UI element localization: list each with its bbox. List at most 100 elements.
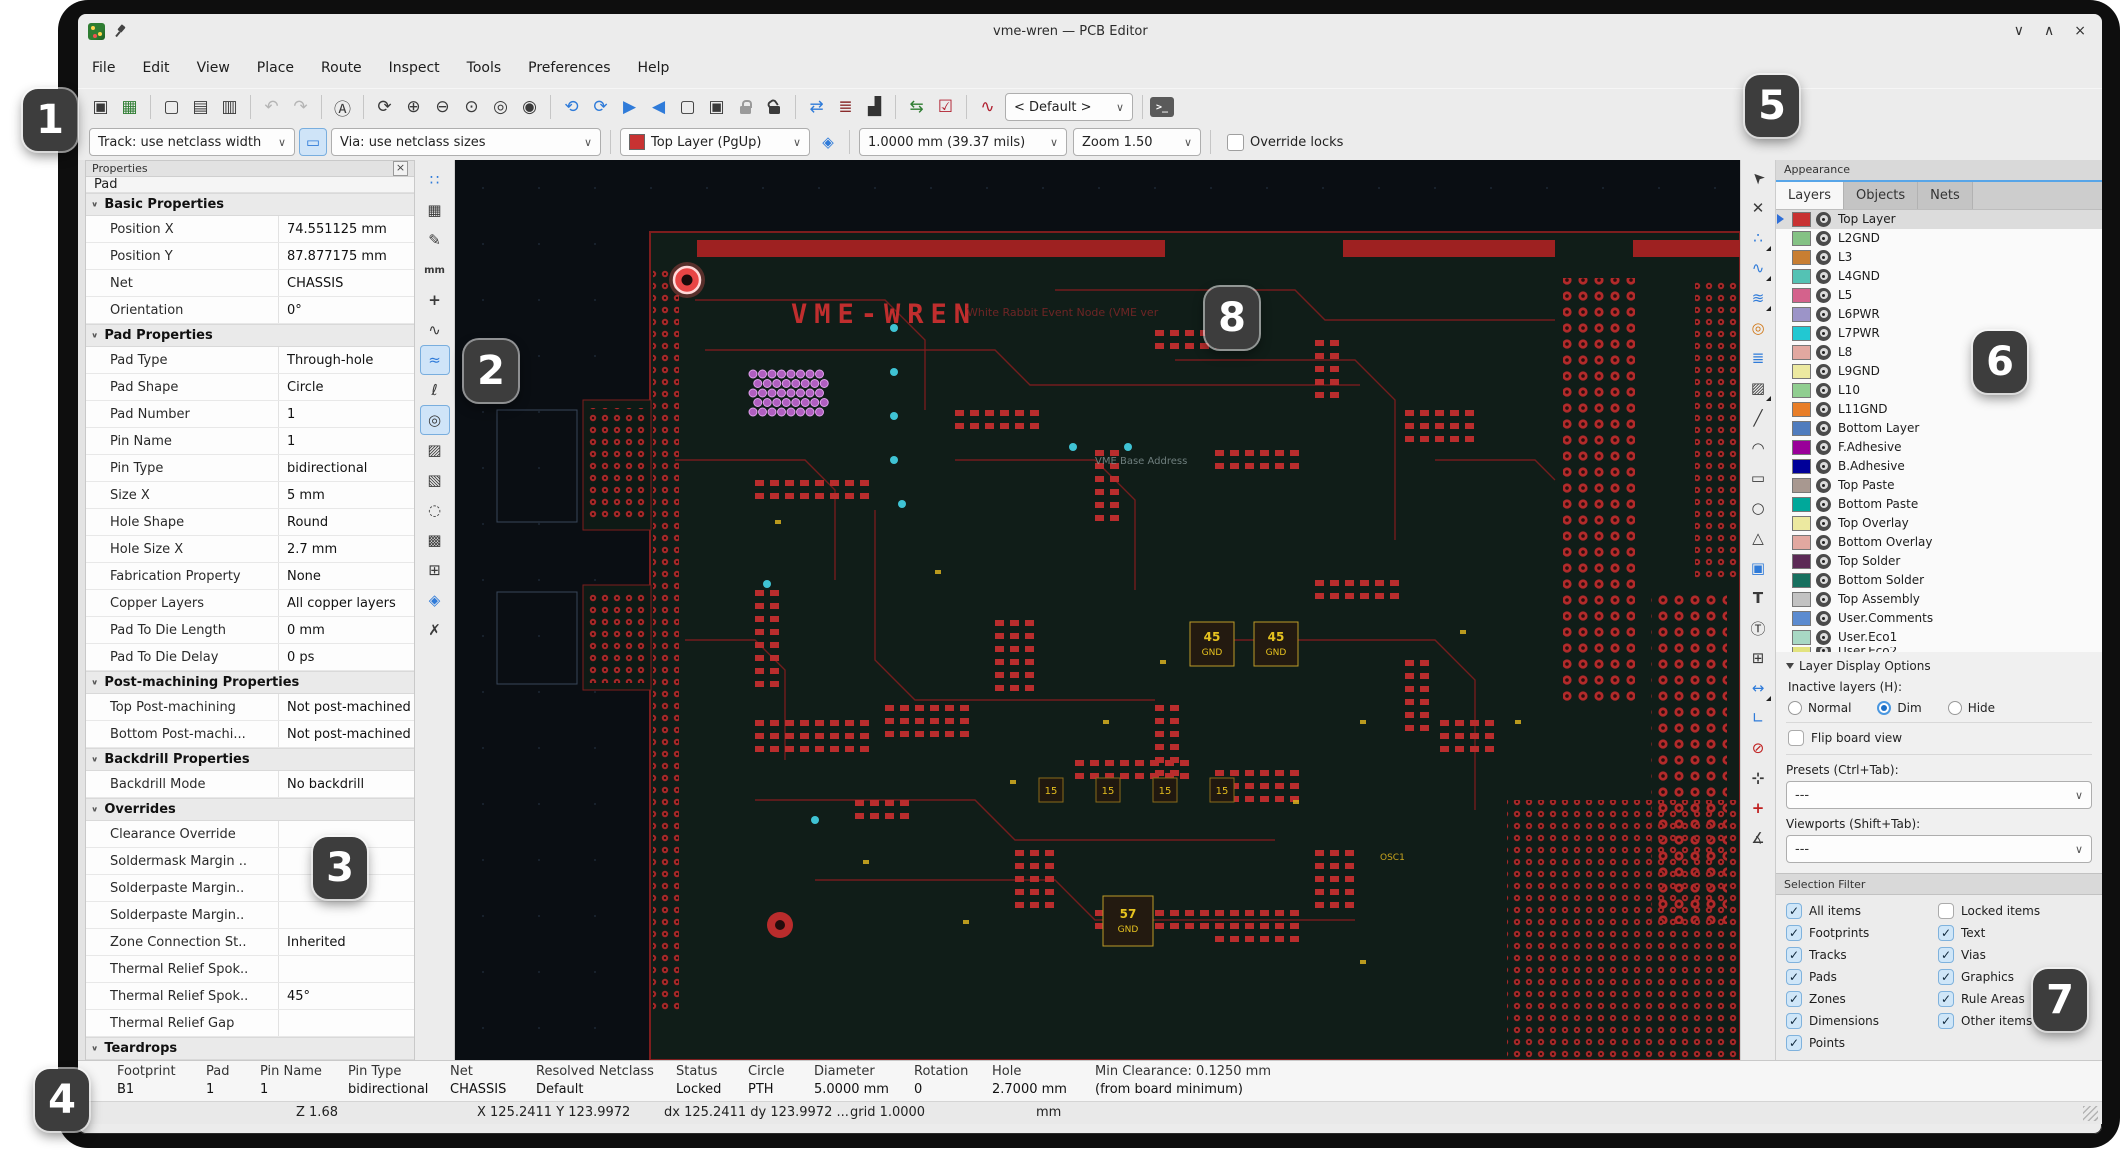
checkbox-icon[interactable]: ✓ xyxy=(1938,991,1954,1007)
zoom-dropdown[interactable]: Zoom 1.50∨ xyxy=(1073,128,1201,156)
layer-color-swatch[interactable] xyxy=(1792,440,1811,455)
zoom-selection-icon[interactable]: ◉ xyxy=(516,94,543,121)
measure-tool-icon[interactable]: ∡ xyxy=(1744,824,1772,852)
close-icon[interactable]: × xyxy=(393,161,408,176)
property-value[interactable]: 87.877175 mm xyxy=(279,243,414,269)
grid-origin-tool-icon[interactable]: ⊹ xyxy=(1744,764,1772,792)
layer-row-l4gnd[interactable]: L4GND xyxy=(1776,267,2102,286)
layer-row-top-overlay[interactable]: Top Overlay xyxy=(1776,514,2102,533)
checkbox-icon[interactable]: ✓ xyxy=(1786,1035,1802,1051)
maximize-icon[interactable]: ∧ xyxy=(2044,23,2054,39)
property-value[interactable]: bidirectional xyxy=(279,455,414,481)
checkbox-icon[interactable] xyxy=(1938,903,1954,919)
add-text-tool-icon[interactable]: T xyxy=(1744,584,1772,612)
zone-fill-mode-icon[interactable]: ▨ xyxy=(421,436,449,464)
mirror-icon[interactable]: ◀ xyxy=(645,94,672,121)
add-circle-tool-icon[interactable]: ○ xyxy=(1744,494,1772,522)
ratsnest-visibility-icon[interactable]: ∿ xyxy=(421,316,449,344)
presets-dropdown[interactable]: ---∨ xyxy=(1786,781,2092,809)
property-value[interactable]: 45° xyxy=(279,983,414,1009)
grid-visibility-icon[interactable]: ∷ xyxy=(421,166,449,194)
layer-color-swatch[interactable] xyxy=(1792,402,1811,417)
pad-display-mode-icon[interactable]: ◌ xyxy=(421,496,449,524)
footprint-libraries-check-icon[interactable]: ≣ xyxy=(832,94,859,121)
filter-text[interactable]: ✓Text xyxy=(1938,923,2092,944)
checkbox-icon[interactable]: ✓ xyxy=(1786,925,1802,941)
visibility-eye-icon[interactable] xyxy=(1816,250,1831,265)
find-icon[interactable]: Ⓐ xyxy=(329,94,356,121)
3d-viewer-icon[interactable]: ▟ xyxy=(861,94,888,121)
add-textbox-tool-icon[interactable]: Ⓣ xyxy=(1744,614,1772,642)
add-line-tool-icon[interactable]: ╱ xyxy=(1744,404,1772,432)
menu-help[interactable]: Help xyxy=(638,60,670,76)
visibility-eye-icon[interactable] xyxy=(1816,364,1831,379)
property-value[interactable]: 0° xyxy=(279,297,414,323)
layer-color-swatch[interactable] xyxy=(1792,592,1811,607)
ungroup-icon[interactable]: ▣ xyxy=(703,94,730,121)
layer-row-l11gnd[interactable]: L11GND xyxy=(1776,400,2102,419)
layer-row-user-comments[interactable]: User.Comments xyxy=(1776,609,2102,628)
property-value[interactable]: 1 xyxy=(279,428,414,454)
checkbox-icon[interactable]: ✓ xyxy=(1786,903,1802,919)
redo-icon[interactable]: ↷ xyxy=(287,94,314,121)
filter-points[interactable]: ✓Points xyxy=(1786,1033,1938,1054)
add-dimension-tool-icon[interactable]: ↔ xyxy=(1744,674,1772,702)
section-header-backdrill-properties[interactable]: ∨Backdrill Properties xyxy=(86,748,414,771)
layer-color-swatch[interactable] xyxy=(1792,421,1811,436)
shade-icon[interactable]: ∨ xyxy=(2014,23,2024,39)
add-arc-tool-icon[interactable]: ◠ xyxy=(1744,434,1772,462)
layer-color-swatch[interactable] xyxy=(1792,269,1811,284)
flip-board-view-checkbox[interactable] xyxy=(1788,730,1804,746)
auto-track-width-icon[interactable]: ▭ xyxy=(300,129,326,155)
checkbox-icon[interactable]: ✓ xyxy=(1938,947,1954,963)
visibility-eye-icon[interactable] xyxy=(1816,231,1831,246)
checkbox-icon[interactable]: ✓ xyxy=(1786,947,1802,963)
tab-layers[interactable]: Layers xyxy=(1776,182,1844,209)
layer-row-top-paste[interactable]: Top Paste xyxy=(1776,476,2102,495)
layer-color-swatch[interactable] xyxy=(1792,459,1811,474)
layer-display-options-header[interactable]: Layer Display Options xyxy=(1786,656,2092,678)
checkbox-icon[interactable]: ✓ xyxy=(1786,991,1802,1007)
preset-dropdown[interactable]: < Default >∨ xyxy=(1005,93,1133,121)
close-icon[interactable]: × xyxy=(2074,23,2086,39)
property-value[interactable]: CHASSIS xyxy=(279,270,414,296)
layer-row-bottom-layer[interactable]: Bottom Layer xyxy=(1776,419,2102,438)
layer-color-swatch[interactable] xyxy=(1792,345,1811,360)
property-value[interactable] xyxy=(279,902,414,928)
layer-row-top-solder[interactable]: Top Solder xyxy=(1776,552,2102,571)
menu-tools[interactable]: Tools xyxy=(467,60,502,76)
layer-color-swatch[interactable] xyxy=(1792,630,1811,645)
active-layer-dropdown[interactable]: Top Layer (PgUp)∨ xyxy=(620,128,810,156)
layer-row-b-adhesive[interactable]: B.Adhesive xyxy=(1776,457,2102,476)
visibility-eye-icon[interactable] xyxy=(1816,440,1831,455)
visibility-eye-icon[interactable] xyxy=(1816,288,1831,303)
polar-coordinates-icon[interactable]: ✎ xyxy=(421,226,449,254)
visibility-eye-icon[interactable] xyxy=(1816,212,1831,227)
visibility-eye-icon[interactable] xyxy=(1816,326,1831,341)
undo-icon[interactable]: ↶ xyxy=(258,94,285,121)
visibility-eye-icon[interactable] xyxy=(1816,592,1831,607)
print-icon[interactable]: ▤ xyxy=(187,94,214,121)
visibility-eye-icon[interactable] xyxy=(1816,554,1831,569)
delete-tool-icon[interactable]: ⊘ xyxy=(1744,734,1772,762)
flip-icon[interactable]: ▶ xyxy=(616,94,643,121)
property-value[interactable]: 0 ps xyxy=(279,644,414,670)
page-settings-icon[interactable]: ▢ xyxy=(158,94,185,121)
property-value[interactable] xyxy=(279,956,414,982)
filter-vias[interactable]: ✓Vias xyxy=(1938,945,2092,966)
filter-pads[interactable]: ✓Pads xyxy=(1786,967,1938,988)
layer-row-l7pwr[interactable]: L7PWR xyxy=(1776,324,2102,343)
via-display-mode-icon[interactable]: ◎ xyxy=(421,406,449,434)
rotate-ccw-icon[interactable]: ⟲ xyxy=(558,94,585,121)
zoom-fit-icon[interactable]: ⊙ xyxy=(458,94,485,121)
drawing-sheet-icon[interactable]: ⊞ xyxy=(421,556,449,584)
crosshair-cursor-icon[interactable]: + xyxy=(421,286,449,314)
visibility-eye-icon[interactable] xyxy=(1816,345,1831,360)
layer-row-top-layer[interactable]: Top Layer xyxy=(1776,210,2102,229)
router-settings-icon[interactable]: ∿ xyxy=(974,94,1001,121)
property-value[interactable]: None xyxy=(279,563,414,589)
visibility-eye-icon[interactable] xyxy=(1816,647,1831,652)
add-image-tool-icon[interactable]: ▣ xyxy=(1744,554,1772,582)
menu-route[interactable]: Route xyxy=(321,60,362,76)
layer-color-swatch[interactable] xyxy=(1792,611,1811,626)
